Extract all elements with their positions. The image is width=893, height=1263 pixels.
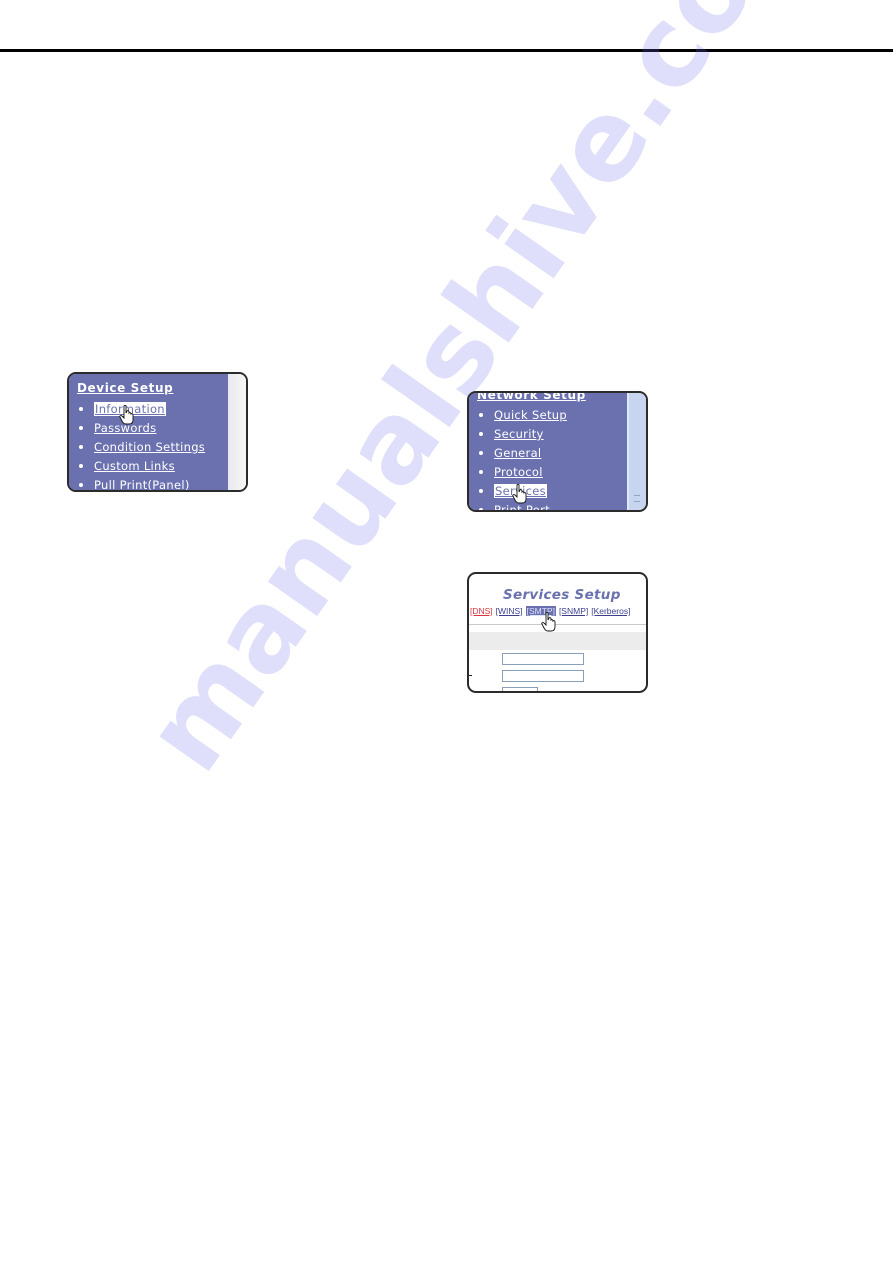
menu-link[interactable]: Quick Setup — [494, 408, 567, 422]
tab-snmp[interactable]: [SNMP] — [559, 606, 588, 616]
smtp-field-2[interactable] — [502, 670, 584, 682]
menu-item-general[interactable]: General — [479, 444, 567, 463]
network-setup-screenshot: Network Setup Quick Setup Security Gener… — [467, 391, 648, 512]
smtp-field-1[interactable] — [502, 653, 584, 665]
divider — [469, 624, 646, 625]
menu-item-services[interactable]: Services — [479, 482, 567, 501]
network-setup-menu: Network Setup Quick Setup Security Gener… — [469, 393, 627, 510]
services-setup-screenshot: Services Setup [DNS] [WINS] [SMTP] [SNMP] [K… — [467, 572, 648, 693]
menu-link[interactable]: Pull Print(Panel) — [94, 478, 190, 490]
bullet-icon — [479, 412, 483, 417]
bullet-icon — [479, 450, 483, 455]
tab-kerberos[interactable]: [Kerberos] — [591, 606, 630, 616]
bullet-icon — [479, 507, 483, 510]
menu-link[interactable]: Passwords — [94, 421, 156, 435]
section-header-band — [469, 632, 646, 650]
menu-item-print-port[interactable]: Print Port — [479, 501, 567, 510]
services-tabs: [DNS] [WINS] [SMTP] [SNMP] [Kerberos] — [470, 606, 633, 616]
menu-link[interactable]: Information — [94, 402, 166, 416]
tab-dns[interactable]: [DNS] — [470, 606, 493, 616]
scrollbar[interactable] — [627, 393, 646, 510]
tab-smtp[interactable]: [SMTP] — [525, 606, 556, 616]
scroll-grip-icon[interactable] — [634, 495, 640, 502]
bullet-icon — [79, 444, 83, 449]
menu-link[interactable]: Condition Settings — [94, 440, 205, 454]
services-setup-title: Services Setup — [503, 587, 621, 603]
tick-mark — [469, 675, 472, 676]
bullet-icon — [479, 488, 483, 493]
menu-item-passwords[interactable]: Passwords — [79, 419, 205, 438]
smtp-field-3[interactable] — [502, 687, 538, 691]
menu-link[interactable]: General — [494, 446, 541, 460]
bullet-icon — [479, 469, 483, 474]
menu-link[interactable]: Security — [494, 427, 544, 441]
device-setup-title[interactable]: Device Setup — [77, 381, 173, 395]
bullet-icon — [79, 482, 83, 487]
bullet-icon — [479, 431, 483, 436]
menu-link[interactable]: Print Port — [494, 503, 550, 510]
scrollbar-area[interactable] — [228, 374, 246, 490]
menu-link[interactable]: Custom Links — [94, 459, 175, 473]
menu-item-information[interactable]: Information — [79, 400, 205, 419]
menu-item-custom-links[interactable]: Custom Links — [79, 457, 205, 476]
bullet-icon — [79, 425, 83, 430]
tab-wins[interactable]: [WINS] — [496, 606, 523, 616]
device-setup-screenshot: Device Setup Information Passwords Condi… — [67, 372, 248, 492]
bullet-icon — [79, 463, 83, 468]
menu-link[interactable]: Protocol — [494, 465, 543, 479]
menu-item-protocol[interactable]: Protocol — [479, 463, 567, 482]
menu-item-condition-settings[interactable]: Condition Settings — [79, 438, 205, 457]
menu-item-pull-print[interactable]: Pull Print(Panel) — [79, 476, 205, 490]
bullet-icon — [79, 406, 83, 411]
device-setup-menu: Device Setup Information Passwords Condi… — [69, 374, 228, 490]
menu-link[interactable]: Services — [494, 484, 547, 498]
network-setup-title[interactable]: Network Setup — [477, 393, 586, 402]
menu-item-quick-setup[interactable]: Quick Setup — [479, 406, 567, 425]
menu-item-security[interactable]: Security — [479, 425, 567, 444]
header-rule — [0, 49, 893, 52]
